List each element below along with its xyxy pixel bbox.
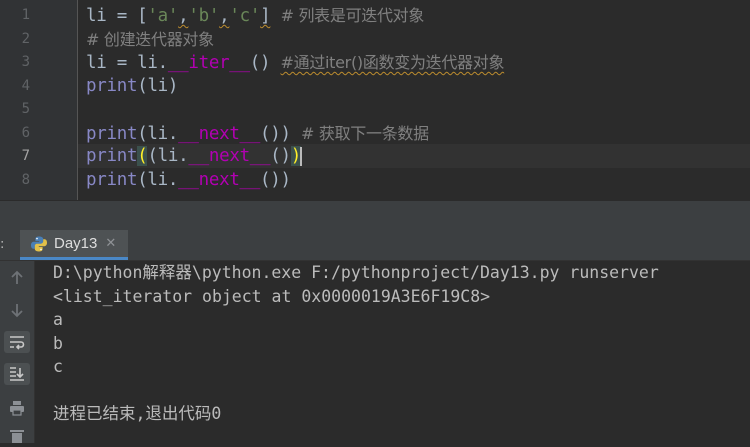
line-number: 8	[21, 171, 30, 188]
line-number: 7	[21, 148, 30, 164]
code-token: (li.	[137, 169, 179, 190]
code-line-2[interactable]: # 创建迭代器对象	[86, 28, 214, 53]
console-line: a	[53, 310, 63, 329]
magic-method: __next__	[188, 146, 271, 166]
line-number: 6	[21, 124, 30, 141]
line-number-gutter: 1 2 3 4 5 6 7 8	[0, 0, 78, 200]
line-number: 1	[21, 7, 30, 23]
code-token: (	[137, 75, 148, 96]
code-token: li = [	[86, 6, 148, 26]
string-literal: 'c'	[229, 6, 261, 26]
console-line: b	[53, 333, 63, 353]
code-comment: # 列表是可迭代对象	[280, 6, 425, 25]
code-token: ())	[260, 123, 291, 144]
code-token: )	[167, 75, 179, 96]
run-tool-window-header: : Day13 ✕	[0, 230, 750, 261]
console-line: 进程已结束,退出代码0	[53, 404, 222, 423]
python-icon	[31, 236, 47, 251]
console-line: D:\python解释器\python.exe F:/pythonproject…	[53, 263, 659, 282]
console-line: <list_iterator object at 0x0000019A3E6F1…	[53, 286, 491, 306]
delete-icon[interactable]	[4, 425, 30, 447]
up-arrow-icon[interactable]	[4, 267, 30, 289]
run-console-output[interactable]: D:\python解释器\python.exe F:/pythonproject…	[35, 261, 750, 443]
console-line: c	[53, 357, 63, 376]
code-line-3[interactable]: li = li.__iter__() #通过iter()函数变为迭代器对象	[86, 51, 504, 76]
line-number: 3	[21, 54, 30, 70]
code-token: (li.	[147, 146, 189, 166]
magic-method: __next__	[178, 123, 261, 144]
code-line-7[interactable]: print((li.__next__())	[86, 145, 303, 169]
code-token: ()	[249, 53, 271, 73]
code-line-1[interactable]: li = ['a','b','c'] # 列表是可迭代对象	[86, 4, 424, 29]
code-token: li	[147, 75, 168, 96]
code-token: ,	[219, 6, 230, 26]
code-comment: #通过iter()函数变为迭代器对象	[280, 53, 505, 72]
line-number: 5	[21, 101, 30, 117]
code-line-8[interactable]: print(li.__next__())	[86, 169, 291, 193]
text-caret	[300, 146, 303, 166]
builtin-function: print	[86, 169, 138, 190]
down-arrow-icon[interactable]	[4, 299, 30, 321]
print-icon[interactable]	[4, 397, 30, 419]
builtin-function: print	[86, 75, 138, 96]
builtin-function: print	[86, 146, 138, 166]
code-token: ]	[260, 6, 271, 26]
line-number: 2	[21, 30, 30, 47]
run-label: :	[0, 237, 5, 252]
soft-wrap-icon[interactable]	[4, 331, 30, 353]
run-tab-day13[interactable]: Day13 ✕	[20, 230, 129, 260]
code-editor[interactable]: 1 2 3 4 5 6 7 8 li = ['a','b','c'] # 列表是…	[0, 0, 750, 200]
code-token: (li.	[137, 123, 179, 144]
string-literal: 'b'	[188, 6, 220, 26]
string-literal: 'a'	[147, 6, 179, 26]
code-token: ())	[260, 169, 291, 190]
run-tab-title: Day13	[54, 235, 98, 252]
scroll-to-end-icon[interactable]	[4, 363, 30, 385]
code-comment: # 创建迭代器对象	[86, 29, 214, 49]
matched-paren: (	[137, 146, 148, 166]
code-comment: # 获取下一条数据	[301, 123, 429, 143]
magic-method: __next__	[178, 169, 261, 190]
builtin-function: print	[86, 123, 138, 144]
run-toolbar	[0, 261, 35, 443]
code-line-4[interactable]: print(li)	[86, 75, 178, 99]
code-token: li = li.	[86, 53, 168, 73]
code-token: ()	[270, 146, 291, 166]
code-line-6[interactable]: print(li.__next__()) # 获取下一条数据	[86, 122, 429, 147]
code-token: ,	[178, 6, 189, 26]
panel-splitter[interactable]	[0, 200, 750, 230]
close-icon[interactable]: ✕	[105, 236, 116, 251]
magic-method: __iter__	[167, 53, 250, 73]
line-number: 4	[21, 77, 30, 94]
